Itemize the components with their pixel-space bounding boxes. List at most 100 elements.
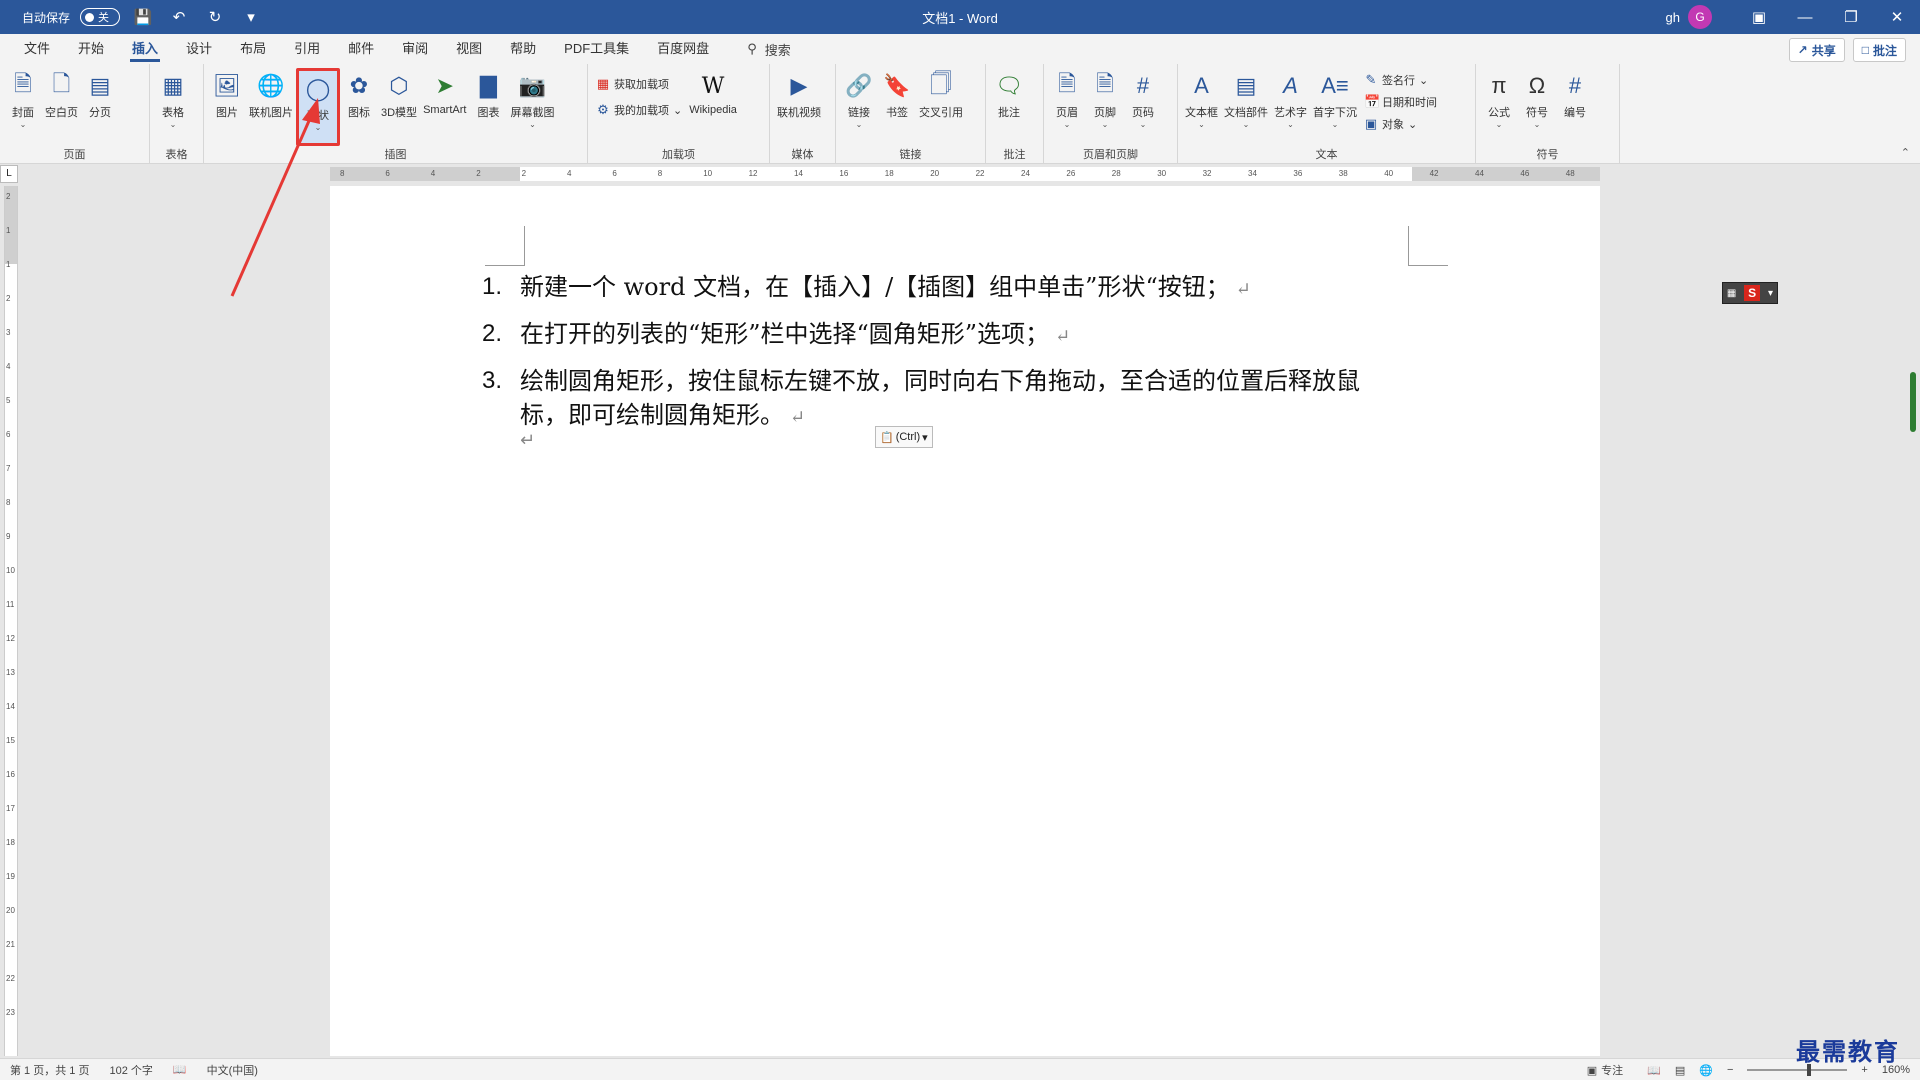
icons-button[interactable]: ✿ 图标 — [340, 68, 378, 146]
wikipedia-button[interactable]: W Wikipedia — [686, 68, 740, 146]
bookmark-button[interactable]: 🔖 书签 — [878, 68, 916, 146]
my-addins-button[interactable]: ⚙ 我的加载项 ⌄ — [592, 100, 686, 120]
search-icon: ⚲ — [747, 41, 757, 56]
ruler-tick-label: 1 — [6, 226, 11, 235]
horizontal-ruler[interactable]: 8 6 4 2 2 4 6 8 10 12 14 16 18 20 22 24 26 28 30 32 34 36 38 40… — [330, 167, 1600, 181]
close-icon[interactable]: ✕ — [1874, 0, 1920, 34]
minimize-icon[interactable]: — — [1782, 0, 1828, 34]
tab-view[interactable]: 视图 — [442, 34, 496, 64]
tab-home[interactable]: 开始 — [64, 34, 118, 64]
ime-toolbar[interactable]: ▦ S ▾ — [1722, 282, 1778, 304]
tab-baidu-netdisk[interactable]: 百度网盘 — [643, 34, 723, 64]
tab-references[interactable]: 引用 — [280, 34, 334, 64]
comment-icon: □ — [1861, 43, 1869, 57]
omega-icon: Ω — [1528, 73, 1546, 98]
proofing-icon[interactable]: 📖 — [163, 1063, 197, 1076]
page-break-button[interactable]: ▤ 分页 — [81, 68, 119, 146]
save-icon[interactable]: 💾 — [130, 4, 156, 30]
blank-page-button[interactable]: 🗋 空白页 — [42, 68, 81, 146]
signature-line-button[interactable]: ✎ 签名行 ⌄ — [1360, 70, 1441, 90]
avatar[interactable]: G — [1688, 5, 1712, 29]
group-label-links: 链接 — [899, 149, 922, 161]
tab-file[interactable]: 文件 — [10, 34, 64, 64]
page-count[interactable]: 第 1 页，共 1 页 — [0, 1062, 99, 1078]
comments-label: 批注 — [1872, 43, 1897, 58]
ruler-tick-label: 34 — [1248, 169, 1257, 178]
focus-mode-button[interactable]: ▣ 专注 — [1577, 1062, 1633, 1078]
tab-review[interactable]: 审阅 — [388, 34, 442, 64]
footer-button[interactable]: 🗎 页脚 ⌄ — [1086, 68, 1124, 146]
search-box[interactable]: ⚲ 搜索 — [747, 40, 791, 59]
read-mode-icon[interactable]: 📖 — [1647, 1064, 1661, 1077]
tab-layout[interactable]: 布局 — [226, 34, 280, 64]
list-item[interactable]: 3. 绘制圆角矩形，按住鼠标左键不放，同时向右下角拖动，至合适的位置后释放鼠标，… — [482, 364, 1382, 435]
restore-icon[interactable]: ❐ — [1828, 0, 1874, 34]
ruler-tick-label: 20 — [930, 169, 940, 178]
ruler-tick-label: 1 — [6, 260, 11, 269]
cover-page-label: 封面 — [12, 107, 34, 119]
web-layout-icon[interactable]: 🌐 — [1699, 1064, 1713, 1077]
cross-reference-label: 交叉引用 — [919, 107, 963, 119]
online-video-button[interactable]: ▶ 联机视频 — [774, 68, 824, 146]
screenshot-icon: 📷 — [518, 73, 547, 98]
comments-button[interactable]: □ 批注 — [1852, 38, 1906, 62]
footer-icon: 🗎 — [1096, 71, 1114, 96]
focus-label: 专注 — [1601, 1065, 1624, 1077]
equation-button[interactable]: π 公式 ⌄ — [1480, 68, 1518, 146]
online-video-label: 联机视频 — [777, 107, 821, 119]
share-button[interactable]: ↗ 共享 — [1788, 38, 1845, 62]
word-count[interactable]: 102 个字 — [99, 1062, 162, 1078]
object-button[interactable]: ▣ 对象 ⌄ — [1360, 114, 1441, 134]
cross-reference-button[interactable]: 🗍 交叉引用 — [916, 68, 966, 146]
language-indicator[interactable]: 中文(中国) — [197, 1062, 268, 1078]
ruler-tick-label: 36 — [1293, 169, 1303, 178]
quick-parts-button[interactable]: ▤ 文档部件 ⌄ — [1221, 68, 1271, 146]
date-time-button[interactable]: 📅 日期和时间 — [1360, 92, 1441, 112]
paste-options-button[interactable]: 📋 (Ctrl) ▾ — [875, 426, 933, 448]
drop-cap-button[interactable]: A≡ 首字下沉 ⌄ — [1310, 68, 1360, 146]
vertical-scrollbar[interactable] — [1910, 372, 1916, 432]
focus-icon: ▣ — [1586, 1064, 1598, 1077]
wordart-button[interactable]: A 艺术字 ⌄ — [1271, 68, 1310, 146]
arrow-shaft — [230, 113, 314, 297]
new-comment-button[interactable]: 🗨 批注 — [990, 68, 1028, 146]
page-number-button[interactable]: # 页码 ⌄ — [1124, 68, 1162, 146]
chevron-down-icon: ⌄ — [1198, 120, 1205, 129]
new-comment-label: 批注 — [998, 107, 1020, 119]
tab-design[interactable]: 设计 — [172, 34, 226, 64]
header-button[interactable]: 🗎 页眉 ⌄ — [1048, 68, 1086, 146]
autosave-toggle[interactable]: 关 — [80, 8, 121, 26]
blank-page-icon: 🗋 — [52, 71, 71, 96]
ribbon-display-options-icon[interactable]: ▣ — [1736, 0, 1782, 34]
zoom-slider[interactable] — [1747, 1064, 1848, 1076]
list-item[interactable]: 1. 新建一个 word 文档，在【插入】/【插图】组中单击”形状“按钮； ↵ — [482, 270, 1382, 307]
document-page[interactable]: 1. 新建一个 word 文档，在【插入】/【插图】组中单击”形状“按钮； ↵ 2… — [330, 186, 1600, 1056]
tab-mailings[interactable]: 邮件 — [334, 34, 388, 64]
get-addins-button[interactable]: ▦ 获取加载项 — [592, 74, 686, 94]
3d-models-button[interactable]: ⬡ 3D模型 — [378, 68, 420, 146]
list-item[interactable]: 2. 在打开的列表的“矩形”栏中选择“圆角矩形”选项； ↵ — [482, 317, 1382, 354]
symbol-button[interactable]: Ω 符号 ⌄ — [1518, 68, 1556, 146]
tab-pdf-tools[interactable]: PDF工具集 — [550, 34, 643, 64]
zoom-out-icon[interactable]: − — [1727, 1064, 1733, 1076]
redo-icon[interactable]: ↻ — [202, 4, 228, 30]
text-box-button[interactable]: A 文本框 ⌄ — [1182, 68, 1221, 146]
collapse-ribbon-icon[interactable]: ⌃ — [1901, 146, 1910, 159]
vertical-ruler[interactable]: 2 1 1 2 3 4 5 6 7 8 9 10 11 12 13 14 15 16 17 18 19 20 21 22 23 — [4, 186, 18, 1056]
table-button[interactable]: ▦ 表格 ⌄ — [154, 68, 192, 146]
cover-page-button[interactable]: 🗎 封面 ⌄ — [4, 68, 42, 146]
chart-button[interactable]: ▇ 图表 — [469, 68, 507, 146]
window-title: 文档1 - Word — [922, 10, 998, 26]
tab-selector[interactable]: L — [0, 165, 18, 183]
customize-quick-access-icon[interactable]: ▾ — [238, 4, 264, 30]
group-media: ▶ 联机视频 媒体 — [770, 64, 836, 164]
link-button[interactable]: 🔗 链接 ⌄ — [840, 68, 878, 146]
numbered-list[interactable]: 1. 新建一个 word 文档，在【插入】/【插图】组中单击”形状“按钮； ↵ 2… — [482, 270, 1382, 445]
undo-icon[interactable]: ↶ — [166, 4, 192, 30]
tab-insert[interactable]: 插入 — [118, 34, 172, 64]
smartart-button[interactable]: ➤ SmartArt — [420, 68, 469, 146]
number-button[interactable]: # 编号 — [1556, 68, 1594, 146]
screenshot-button[interactable]: 📷 屏幕截图 ⌄ — [507, 68, 557, 146]
print-layout-icon[interactable]: ▤ — [1675, 1064, 1685, 1077]
tab-help[interactable]: 帮助 — [496, 34, 550, 64]
